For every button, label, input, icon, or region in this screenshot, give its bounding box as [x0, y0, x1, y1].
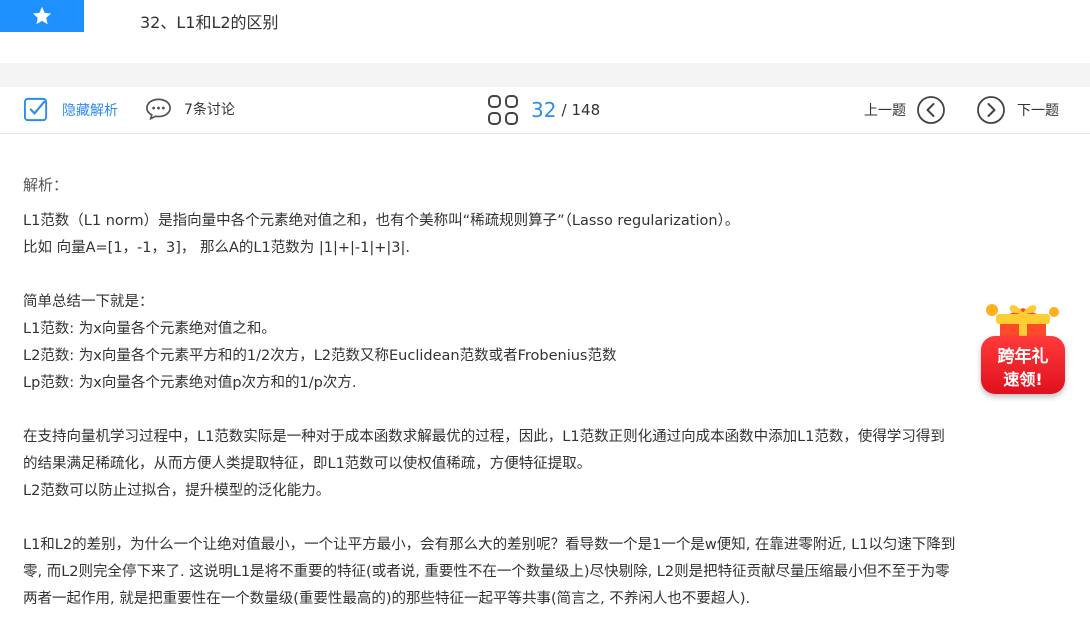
analysis-line: 两者一起作用, 就是把重要性在一个数量级(重要性最高的)的那些特征一起平等共事(…: [23, 591, 751, 607]
analysis-line: L1范数: 为x向量各个元素绝对值之和。: [23, 321, 276, 337]
analysis-lines: L1范数（L1 norm）是指向量中各个元素绝对值之和，也有个美称叫“稀疏规则算…: [23, 208, 1073, 613]
next-question-button[interactable]: 下一题: [976, 95, 1059, 125]
question-toolbar: 隐藏解析 7条讨论 32 / 148 上一题 下一题: [0, 87, 1090, 134]
analysis-line: 的结果满足稀疏化，从而方便人类提取特征，即L1范数可以使权值稀疏，方便特征提取。: [23, 456, 592, 472]
question-pager[interactable]: 32 / 148: [487, 94, 600, 126]
analysis-line: 在支持向量机学习过程中，L1范数实际是一种对于成本函数求解最优的过程，因此，L1…: [23, 429, 945, 445]
hide-analysis-button[interactable]: 隐藏解析: [23, 96, 118, 123]
prev-question-label: 上一题: [864, 103, 906, 119]
analysis-heading: 解析：: [23, 176, 69, 194]
grid-icon: [488, 95, 518, 125]
hide-analysis-label: 隐藏解析: [62, 102, 118, 119]
analysis-line: L2范数: 为x向量各个元素平方和的1/2次方，L2范数又称Euclidean范…: [23, 348, 617, 364]
chevron-left-circle-icon: [917, 96, 945, 124]
checkbox-icon: [23, 97, 48, 122]
discussion-label: 7条讨论: [184, 102, 235, 118]
prev-question-button[interactable]: 上一题: [864, 95, 946, 125]
discussion-button[interactable]: 7条讨论: [144, 96, 235, 122]
star-icon: [32, 6, 52, 25]
divider-band: [0, 63, 1090, 87]
analysis-line: Lp范数: 为x向量各个元素绝对值p次方和的1/p次方.: [23, 375, 357, 391]
analysis-line: L1范数（L1 norm）是指向量中各个元素绝对值之和，也有个美称叫“稀疏规则算…: [23, 213, 740, 229]
analysis-line: 简单总结一下就是：: [23, 294, 154, 310]
next-question-label: 下一题: [1017, 103, 1059, 119]
top-bar: 32、L1和L2的区别: [0, 0, 1090, 63]
analysis-line: 零, 而L2则完全停下来了. 这说明L1是将不重要的特征(或者说, 重要性不在一…: [23, 564, 950, 580]
analysis-line: L1和L2的差别，为什么一个让绝对值最小，一个让平方最小，会有那么大的差别呢？看…: [23, 537, 956, 553]
new-year-gift-promo[interactable]: 跨年礼 速领!: [978, 298, 1070, 398]
comment-icon: [146, 98, 171, 121]
favorite-star-button[interactable]: [0, 0, 84, 32]
total-pages: 148: [571, 101, 601, 119]
current-page-number: 32: [531, 98, 557, 122]
chevron-right-circle-icon: [977, 96, 1005, 124]
analysis-line: 比如 向量A=[1，-1，3]， 那么A的L1范数为 |1|+|-1|+|3|.: [23, 240, 410, 256]
promo-line1: 跨年礼: [997, 347, 1049, 367]
analysis-line: L2范数可以防止过拟合，提升模型的泛化能力。: [23, 483, 331, 499]
question-title: 32、L1和L2的区别: [140, 13, 279, 32]
analysis-content: 解析： L1范数（L1 norm）是指向量中各个元素绝对值之和，也有个美称叫“稀…: [23, 172, 1073, 613]
promo-line2: 速领!: [1003, 370, 1043, 389]
page-separator: /: [561, 101, 567, 119]
